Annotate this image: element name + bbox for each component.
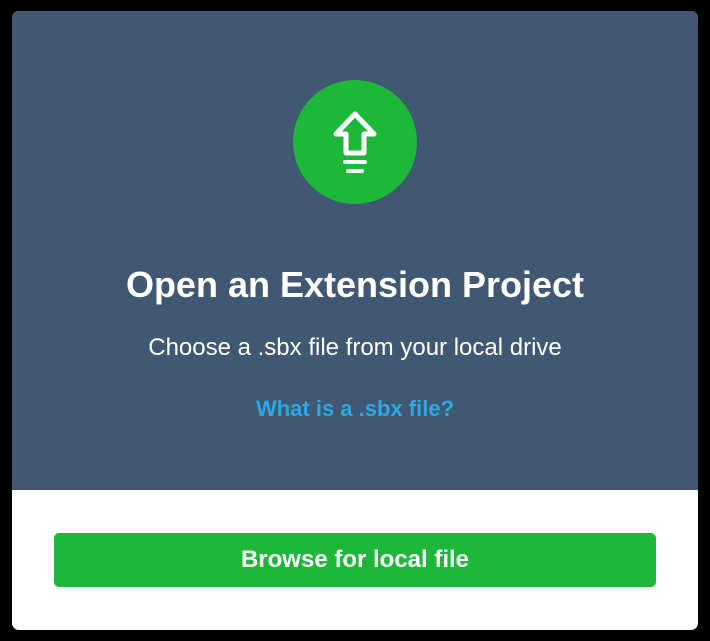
- browse-local-file-button[interactable]: Browse for local file: [54, 533, 656, 587]
- dialog-subtitle: Choose a .sbx file from your local drive: [148, 334, 562, 361]
- what-is-sbx-link[interactable]: What is a .sbx file?: [256, 396, 454, 421]
- dialog-header-panel: Open an Extension Project Choose a .sbx …: [12, 11, 698, 490]
- help-link-container: What is a .sbx file?: [12, 394, 698, 424]
- dialog-title: Open an Extension Project: [125, 264, 585, 305]
- upload-arrow-icon: [333, 111, 377, 173]
- open-project-dialog: Open an Extension Project Choose a .sbx …: [12, 11, 698, 630]
- upload-icon-badge: [293, 80, 417, 204]
